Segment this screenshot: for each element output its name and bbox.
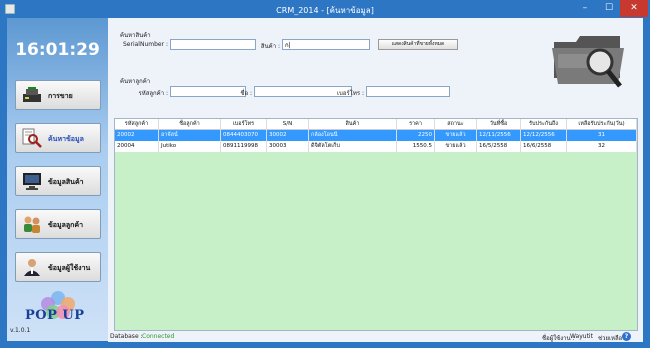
help-label[interactable]: ช่วยเหลือ [598,333,622,343]
current-user-value: Wayutit [570,333,593,340]
cell-purchase-date: 16/5/2558 [477,141,521,152]
search-doc-icon [22,128,42,148]
cell-product: ดิจิตัลโตเก็บ [309,141,397,152]
product-input[interactable] [282,39,370,50]
cell-status: ขายแล้ว [435,141,477,152]
cell-status: ขายแล้ว [435,130,477,141]
table-row[interactable]: 20002 อาจัลน์ 0844403070 30002 กล้องโอนน… [115,130,637,141]
cell-phone: 0844403070 [221,130,267,141]
folder-search-icon [552,36,624,88]
serial-input[interactable] [170,39,256,50]
cell-price: 2250 [397,130,435,141]
col-customer-id[interactable]: รหัสลูกค้า [115,119,159,130]
col-customer-name[interactable]: ชื่อลูกค้า [159,119,221,130]
close-button[interactable]: ✕ [620,0,648,17]
nav-sales-button[interactable]: การขาย [15,80,101,110]
logo-text: POP UP [25,308,85,323]
cell-phone: 0891119998 [221,141,267,152]
product-label: สินค้า : [260,43,280,50]
cell-customer-id: 20004 [115,141,159,152]
cell-customer-name: Jutiko [159,141,221,152]
show-all-sold-button[interactable]: แสดงสินค้าที่ขายทั้งหมด [378,39,458,50]
cell-warranty-until: 12/12/2556 [521,130,567,141]
name-label: ชื่อ : [240,90,252,97]
col-status[interactable]: สถานะ [435,119,477,130]
nav-customers-button[interactable]: ข้อมูลลูกค้า [15,209,101,239]
serial-label: SerialNumber : [122,41,168,48]
phone-input[interactable] [366,86,450,97]
version-label: v.1.0.1 [10,327,31,334]
table-row[interactable]: 20004 Jutiko 0891119998 30003 ดิจิตัลโตเ… [115,141,637,152]
cell-product: กล้องโอนนี [309,130,397,141]
maximize-button[interactable]: ☐ [598,0,620,17]
user-icon [24,259,40,276]
database-status: Connected [142,333,175,340]
col-product[interactable]: สินค้า [309,119,397,130]
database-label: Database : [110,333,143,340]
cell-customer-id: 20002 [115,130,159,141]
customer-search-section-label: ค้นหาลูกค้า [120,78,151,85]
sales-icon [23,87,41,102]
cell-serial: 30002 [267,130,309,141]
customers-icon [24,216,40,233]
minimize-button[interactable]: – [574,0,596,17]
col-serial[interactable]: S/N [267,119,309,130]
status-bar: Database : Connected ชื่อผู้ใช้งาน : Way… [108,331,643,342]
sidebar: 16:01:29 การขาย ค้นหาข้อมูล ข้อมูลสินค้า [7,18,108,341]
monitor-icon [23,173,41,190]
col-phone[interactable]: เบอร์โทร [221,119,267,130]
nav-products-button[interactable]: ข้อมูลสินค้า [15,166,101,196]
nav-search-label: ค้นหาข้อมูล [48,135,84,143]
col-purchase-date[interactable]: วันที่ซื้อ [477,119,521,130]
window-titlebar: CRM_2014 - [ค้นหาข้อมูล] – ☐ ✕ [0,0,650,18]
search-panel: ค้นหาสินค้า SerialNumber : สินค้า : แสดง… [108,18,643,331]
col-warranty-days[interactable]: เหลือรับประกัน(วัน) [567,119,637,130]
product-search-section-label: ค้นหาสินค้า [120,32,151,39]
cell-warranty-days: 32 [567,141,637,152]
customer-id-label: รหัสลูกค้า : [138,90,168,97]
results-grid: รหัสลูกค้า ชื่อลูกค้า เบอร์โทร S/N สินค้… [114,118,638,331]
nav-customers-label: ข้อมูลลูกค้า [48,221,84,229]
col-warranty-until[interactable]: รับประกันถึง [521,119,567,130]
nav-sales-label: การขาย [48,92,73,100]
nav-users-label: ข้อมูลผู้ใช้งาน [48,264,91,272]
cell-warranty-until: 16/6/2558 [521,141,567,152]
cell-price: 1550.5 [397,141,435,152]
cell-warranty-days: 31 [567,130,637,141]
cell-serial: 30003 [267,141,309,152]
nav-search-button[interactable]: ค้นหาข้อมูล [15,123,101,153]
clock: 16:01:29 [15,40,100,60]
col-price[interactable]: ราคา [397,119,435,130]
nav-users-button[interactable]: ข้อมูลผู้ใช้งาน [15,252,101,282]
phone-label: เบอร์โทร : [336,90,364,97]
window-title: CRM_2014 - [ค้นหาข้อมูล] [276,6,374,15]
cell-purchase-date: 12/11/2556 [477,130,521,141]
help-icon[interactable]: ? [622,332,631,341]
grid-header: รหัสลูกค้า ชื่อลูกค้า เบอร์โทร S/N สินค้… [115,119,637,130]
cell-customer-name: อาจัลน์ [159,130,221,141]
nav-products-label: ข้อมูลสินค้า [48,178,84,186]
